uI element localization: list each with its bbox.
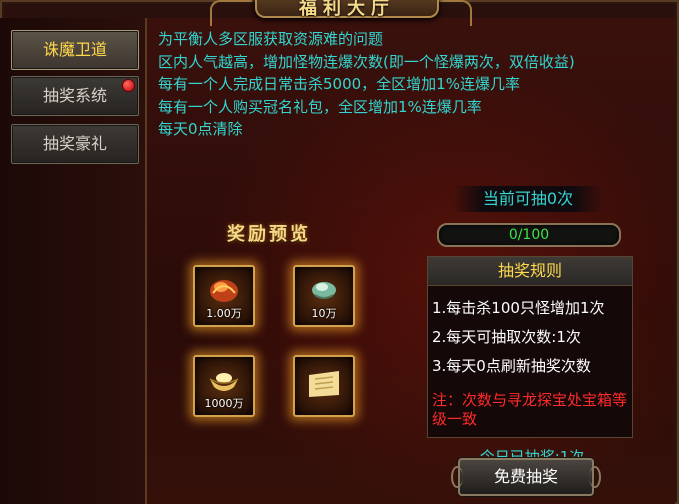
rules-note: 注：次数与寻龙探宝处宝箱等级一致: [432, 391, 628, 428]
sidebar-item-lottery-gifts[interactable]: 抽奖豪礼: [11, 124, 139, 164]
current-draws-label: 当前可抽0次: [453, 186, 603, 212]
description-line: 每天0点清除: [158, 120, 243, 138]
rule-line: 3.每天0点刷新抽奖次数: [432, 357, 591, 375]
gold-ingot-icon: [209, 373, 239, 391]
jade-item-icon: [312, 282, 336, 299]
reward-amount: 10万: [311, 307, 337, 320]
kill-progress-bar: 0/100: [437, 223, 621, 247]
reward-slot[interactable]: 1000万: [193, 355, 255, 417]
reward-preview-title: 奖励预览: [227, 224, 311, 245]
reward-slot[interactable]: 10万: [293, 265, 355, 327]
free-draw-button[interactable]: 免费抽奖: [451, 458, 601, 496]
description-line: 每有一个人购买冠名礼包，全区增加1%连爆几率: [158, 97, 482, 116]
sidebar-item-label: 诛魔卫道: [42, 40, 107, 59]
description-line: 每有一个人完成日常击杀5000，全区增加1%连爆几率: [158, 75, 520, 93]
red-orb-icon: [210, 280, 238, 302]
title-ornament-left: [210, 0, 252, 26]
notification-dot-icon: [122, 79, 135, 92]
description-line: 为平衡人多区服获取资源难的问题: [158, 30, 384, 48]
reward-slot[interactable]: [293, 355, 355, 417]
description: 为平衡人多区服获取资源难的问题 区内人气越高，增加怪物连爆次数(即一个怪爆两次，…: [158, 28, 668, 141]
rule-line: 1.每击杀100只怪增加1次: [432, 299, 605, 317]
rules-panel: 抽奖规则 1.每击杀100只怪增加1次 2.每天可抽取次数:1次 3.每天0点刷…: [427, 256, 633, 438]
reward-amount: 1.00万: [206, 307, 242, 320]
description-line: 区内人气越高，增加怪物连爆次数(即一个怪爆两次，双倍收益): [158, 52, 575, 71]
rule-line: 2.每天可抽取次数:1次: [432, 328, 581, 346]
reward-amount: 1000万: [204, 397, 244, 410]
window-title-plaque: 福利大厅: [255, 0, 439, 19]
sidebar-item-label: 抽奖系统: [42, 86, 107, 105]
window-title: 福利大厅: [299, 0, 395, 19]
reward-slot[interactable]: 1.00万: [193, 265, 255, 327]
sidebar-item-zhumo[interactable]: 诛魔卫道: [11, 30, 139, 70]
scroll-icon: [309, 371, 339, 397]
sidebar: 诛魔卫道 抽奖系统 抽奖豪礼: [0, 18, 147, 504]
rules-title: 抽奖规则: [428, 257, 632, 286]
main-panel: 为平衡人多区服获取资源难的问题 区内人气越高，增加怪物连爆次数(即一个怪爆两次，…: [147, 18, 675, 504]
progress-text: 0/100: [508, 227, 550, 243]
sidebar-item-label: 抽奖豪礼: [42, 134, 107, 153]
sidebar-item-lottery-system[interactable]: 抽奖系统: [11, 76, 139, 116]
